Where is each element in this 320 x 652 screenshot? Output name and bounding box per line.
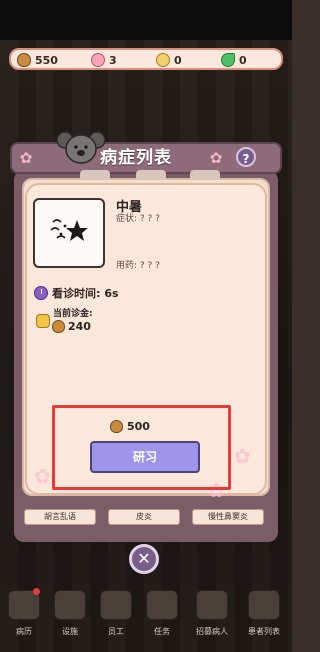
flower-icon (91, 53, 105, 67)
resource-leaf: 0 (221, 51, 247, 69)
nav-label: 招募病人 (196, 627, 228, 636)
close-button[interactable]: ✕ (129, 544, 159, 574)
consultation-time-row: 看诊时间: 6s (34, 285, 119, 301)
current-fee-row: 240 (52, 320, 91, 333)
clock-icon (34, 286, 48, 300)
nav-label: 设施 (62, 627, 78, 636)
nav-item-records[interactable]: 病历 (4, 588, 44, 644)
heatstroke-icon (50, 219, 88, 241)
resource-acorn-value: 550 (35, 53, 58, 67)
leaf-icon (221, 53, 235, 67)
resource-flower: 3 (91, 51, 117, 69)
nav-label: 患者列表 (248, 627, 280, 636)
highlight-box (52, 405, 231, 490)
flower-decoration-icon: ✿ (209, 149, 223, 167)
nav-label: 病历 (16, 627, 32, 636)
acorn-icon (17, 53, 31, 67)
fee-icon (36, 314, 50, 328)
resource-coin-value: 0 (174, 53, 182, 67)
acorn-icon (52, 320, 65, 333)
tasks-icon (146, 590, 178, 620)
staff-icon (100, 590, 132, 620)
current-fee-value: 240 (68, 320, 91, 333)
nav-item-staff[interactable]: 员工 (96, 590, 136, 644)
nav-label: 任务 (154, 627, 170, 636)
sakura-decoration-icon: ✿ (34, 464, 51, 488)
recruit-icon (196, 590, 228, 620)
flower-decoration-icon: ✿ (19, 149, 33, 167)
resource-leaf-value: 0 (239, 53, 247, 67)
disease-image (33, 198, 105, 268)
disease-tab-3[interactable]: 慢性鼻窦炎 (192, 509, 264, 525)
resource-coin: 0 (156, 51, 182, 69)
patients-icon (248, 590, 280, 620)
koala-mascot-icon (56, 131, 106, 164)
nav-item-tasks[interactable]: 任务 (142, 590, 182, 644)
disease-tab-1[interactable]: 胡言乱语 (24, 509, 96, 525)
notification-dot (33, 588, 40, 595)
facilities-icon (54, 590, 86, 620)
sakura-decoration-icon: ✿ (234, 444, 251, 468)
coin-icon (156, 53, 170, 67)
help-button[interactable]: ? (236, 147, 256, 167)
disease-symptom: 症状: ? ? ? (116, 214, 160, 224)
card-top-tabs (80, 170, 220, 182)
resource-flower-value: 3 (109, 53, 117, 67)
resource-bar: 550 3 0 0 (9, 48, 283, 70)
nav-label: 员工 (108, 627, 124, 636)
nav-item-facilities[interactable]: 设施 (50, 590, 90, 644)
nav-item-recruit[interactable]: 招募病人 (192, 590, 232, 644)
current-fee-label: 当前诊金: (53, 309, 93, 319)
disease-medicine: 用药: ? ? ? (116, 261, 160, 271)
disease-tab-2[interactable]: 皮炎 (108, 509, 180, 525)
resource-acorn: 550 (17, 51, 58, 69)
consultation-time-label: 看诊时间: (52, 287, 101, 300)
nav-item-patients[interactable]: 患者列表 (244, 590, 284, 644)
consultation-time-value: 6s (104, 286, 119, 300)
